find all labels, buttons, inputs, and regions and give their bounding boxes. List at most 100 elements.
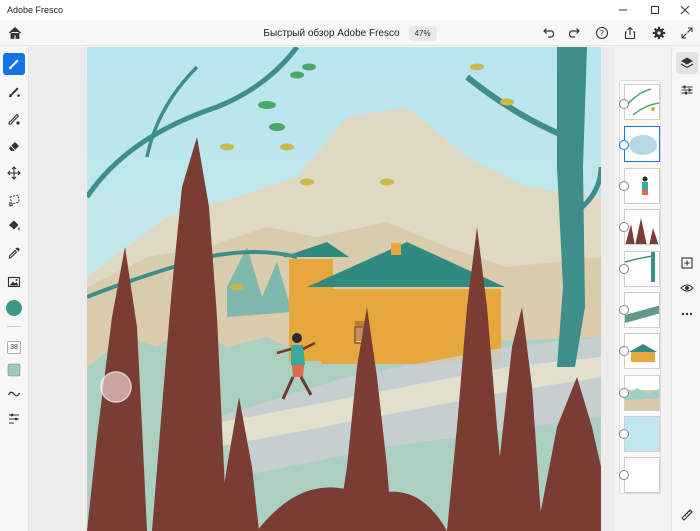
add-layer-button[interactable] <box>676 252 698 274</box>
brush-settings-tool[interactable] <box>3 407 25 429</box>
color-picker[interactable] <box>3 297 25 319</box>
fullscreen-button[interactable] <box>675 20 699 46</box>
layer-1-thumb <box>626 88 659 116</box>
minimize-icon <box>619 9 627 11</box>
expand-icon <box>681 27 693 39</box>
layer-3-thumb <box>642 176 648 195</box>
undo-button[interactable] <box>536 20 560 46</box>
layers-icon <box>680 57 694 69</box>
secondary-color-swatch[interactable] <box>3 359 25 381</box>
layer-thumbnail[interactable] <box>624 375 660 411</box>
zoom-level[interactable]: 47% <box>408 25 437 41</box>
layer-4-thumb <box>625 218 659 244</box>
layer-visibility-toggle[interactable] <box>619 264 629 274</box>
brush-icon <box>9 59 19 70</box>
layer-thumbnail[interactable] <box>624 292 660 328</box>
vector-brush-tool[interactable] <box>3 108 25 130</box>
app-name: Adobe Fresco <box>7 5 64 15</box>
swatch-square-icon <box>7 363 21 377</box>
minimize-button[interactable] <box>608 0 638 20</box>
layer-thumbnail[interactable] <box>624 251 660 287</box>
layer-thumbnail[interactable] <box>624 457 660 493</box>
right-panel-toolbar <box>671 47 700 531</box>
more-horizontal-icon <box>681 312 693 316</box>
layer-7-thumb <box>629 344 657 362</box>
sliders-icon <box>681 85 693 95</box>
layer-visibility-toggle[interactable] <box>619 140 629 150</box>
ruler-icon <box>681 509 693 521</box>
eraser-tool[interactable] <box>3 135 25 157</box>
help-icon: ? <box>595 26 609 40</box>
eyedropper-icon <box>8 247 20 259</box>
share-button[interactable] <box>618 20 642 46</box>
artwork-illustration <box>87 47 601 531</box>
live-brush-tool[interactable] <box>3 81 25 103</box>
share-icon <box>624 26 636 40</box>
layer-2-thumb <box>629 135 657 155</box>
layer-visibility-toggle[interactable] <box>619 470 629 480</box>
layer-thumbnail[interactable] <box>624 168 660 204</box>
redo-icon <box>568 28 580 38</box>
fill-tool[interactable] <box>3 215 25 237</box>
brush-settings-icon <box>9 413 19 424</box>
settings-button[interactable] <box>647 20 671 46</box>
redo-button[interactable] <box>563 20 587 46</box>
brush-size-control[interactable]: 38 <box>3 336 25 358</box>
layer-visibility-toggle[interactable] <box>619 99 629 109</box>
place-image-tool[interactable] <box>3 271 25 293</box>
layer-9-thumb <box>625 417 659 451</box>
lasso-icon <box>9 194 20 207</box>
tools-panel: 38 <box>0 47 29 531</box>
layer-thumbnail-selected[interactable] <box>624 126 660 162</box>
layers-panel-button[interactable] <box>676 52 698 74</box>
ruler-button[interactable] <box>676 504 698 526</box>
app-header: Быстрый обзор Adobe Fresco 47% ? <box>0 20 700 46</box>
layer-10-thumb <box>625 458 659 492</box>
close-button[interactable] <box>670 0 700 20</box>
layer-visibility-toggle[interactable] <box>619 429 629 439</box>
layer-visibility-toggle[interactable] <box>619 305 629 315</box>
layer-visibility-button[interactable] <box>676 277 698 299</box>
wave-icon <box>7 391 21 397</box>
artwork-canvas[interactable] <box>87 47 601 531</box>
layer-5-thumb <box>625 252 655 282</box>
document-title: Быстрый обзор Adobe Fresco <box>263 27 400 39</box>
live-brush-icon <box>9 87 20 98</box>
lasso-tool[interactable] <box>3 189 25 211</box>
layer-visibility-toggle[interactable] <box>619 222 629 232</box>
gear-icon <box>652 26 666 40</box>
help-button[interactable]: ? <box>590 20 614 46</box>
layer-visibility-toggle[interactable] <box>619 346 629 356</box>
layer-thumbnail[interactable] <box>624 84 660 120</box>
pixel-brush-tool[interactable] <box>3 53 25 75</box>
home-icon <box>8 26 22 39</box>
eraser-icon <box>9 142 19 152</box>
add-layer-icon <box>681 257 693 269</box>
eyedropper-tool[interactable] <box>3 242 25 264</box>
layer-thumbnail[interactable] <box>624 209 660 245</box>
svg-text:?: ? <box>600 29 604 38</box>
maximize-icon <box>651 6 659 14</box>
close-icon <box>680 5 690 15</box>
window-titlebar: Adobe Fresco <box>0 0 700 20</box>
layer-properties-button[interactable] <box>676 79 698 101</box>
vector-brush-icon <box>8 113 20 125</box>
layer-thumbnail[interactable] <box>624 416 660 452</box>
more-options-button[interactable] <box>676 303 698 325</box>
undo-icon <box>543 28 555 38</box>
image-icon <box>7 276 21 288</box>
eye-icon <box>680 284 694 292</box>
layer-6-thumb <box>625 305 659 323</box>
layer-thumbnail[interactable] <box>624 333 660 369</box>
layer-visibility-toggle[interactable] <box>619 181 629 191</box>
move-icon <box>7 166 21 180</box>
layer-visibility-toggle[interactable] <box>619 388 629 398</box>
home-button[interactable] <box>3 20 27 46</box>
canvas-area[interactable] <box>29 47 614 531</box>
move-tool[interactable] <box>3 162 25 184</box>
tools-divider <box>7 326 22 327</box>
paint-bucket-icon <box>9 220 20 231</box>
layer-8-thumb <box>625 388 659 410</box>
maximize-button[interactable] <box>640 0 670 20</box>
smoothing-tool[interactable] <box>3 383 25 405</box>
